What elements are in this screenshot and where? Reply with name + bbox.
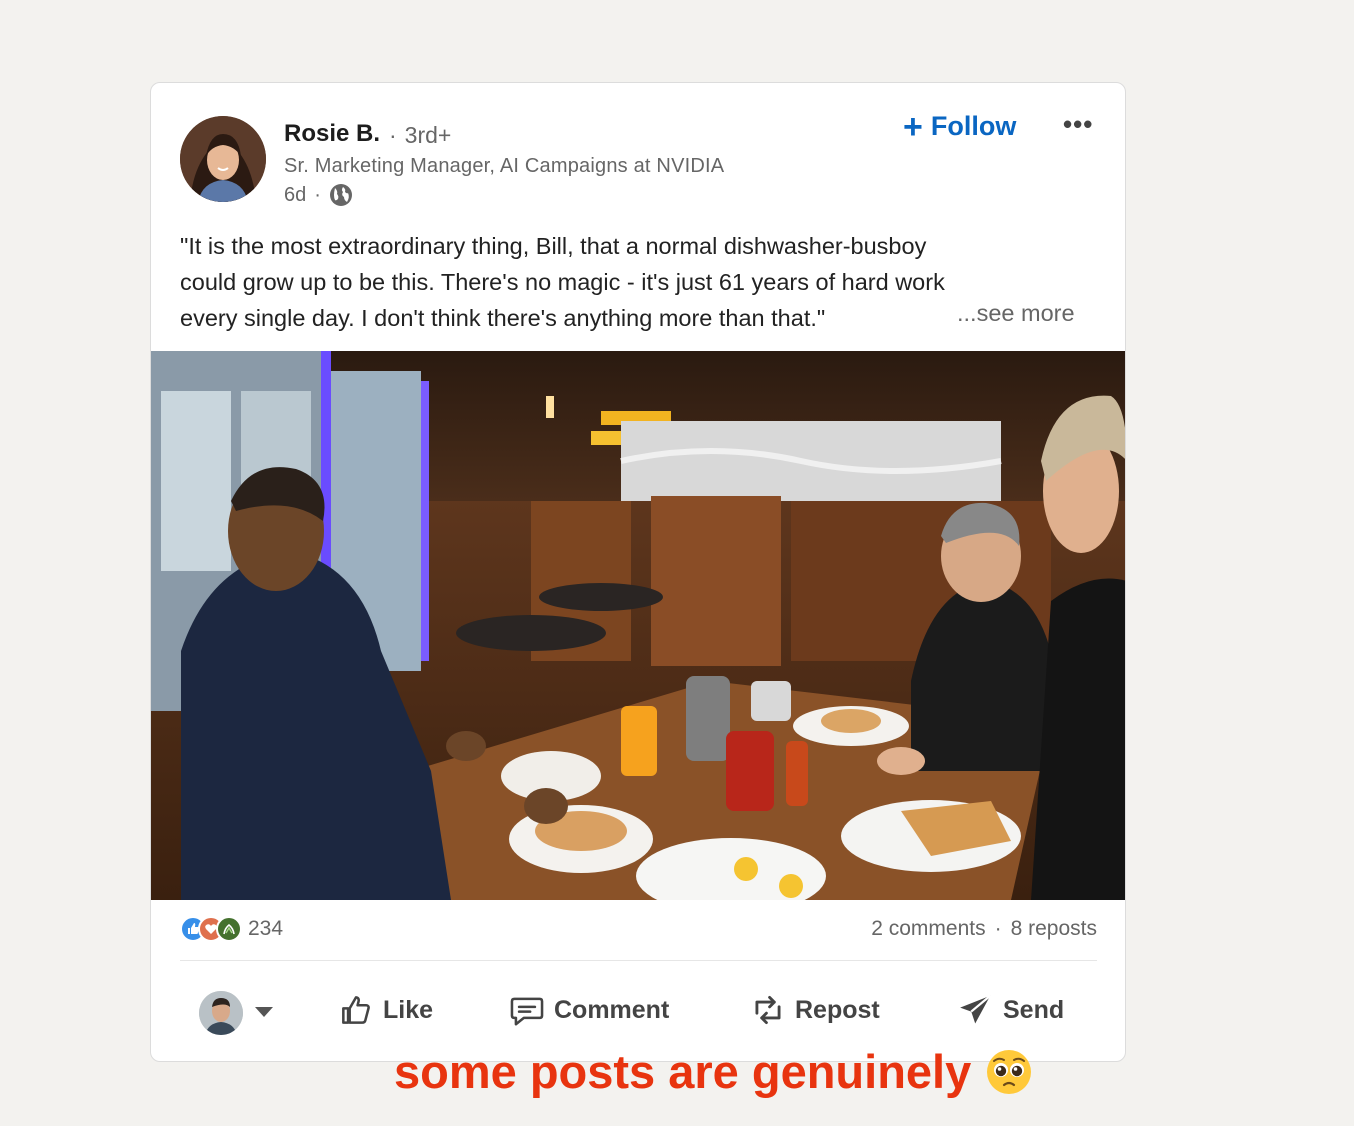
- repost-button[interactable]: Repost: [749, 991, 880, 1029]
- post-card: Rosie B. · 3rd+ Sr. Marketing Manager, AI…: [150, 82, 1126, 1062]
- author-headline: Sr. Marketing Manager, AI Campaigns at N…: [284, 155, 725, 177]
- comments-count[interactable]: 2 comments: [871, 917, 985, 941]
- see-more-link[interactable]: ...see more: [957, 300, 1075, 327]
- author-name[interactable]: Rosie B.: [284, 120, 380, 148]
- user-avatar[interactable]: [199, 991, 243, 1035]
- send-icon: [960, 994, 991, 1024]
- pleading-face-icon: [987, 1049, 1032, 1094]
- like-button[interactable]: Like: [337, 991, 433, 1029]
- plus-icon: +: [903, 107, 923, 146]
- author-avatar[interactable]: [180, 116, 266, 202]
- caption-overlay: some posts are genuinely: [394, 1044, 1033, 1099]
- reactions-summary[interactable]: 234: [180, 916, 283, 942]
- connection-degree: · 3rd+: [389, 122, 452, 148]
- repost-icon: [755, 995, 781, 1025]
- divider: [180, 960, 1097, 961]
- more-options-button[interactable]: •••: [1063, 109, 1093, 140]
- post-text-line: "It is the most extraordinary thing, Bil…: [180, 233, 927, 259]
- reaction-count: 234: [248, 917, 284, 940]
- follow-button[interactable]: + Follow: [903, 107, 1016, 146]
- action-bar: Like Comment Repost Send: [151, 983, 1125, 1043]
- chevron-down-icon[interactable]: [255, 1007, 273, 1017]
- comment-button[interactable]: Comment: [508, 991, 669, 1029]
- caption-text: some posts are genuinely: [394, 1045, 972, 1098]
- engagement-stats: 2 comments · 8 reposts: [871, 917, 1097, 941]
- comment-icon: [510, 997, 544, 1026]
- support-icon: [216, 916, 242, 942]
- post-meta: 6d ·: [284, 183, 353, 207]
- send-button[interactable]: Send: [957, 991, 1064, 1029]
- reposts-count[interactable]: 8 reposts: [1011, 917, 1097, 941]
- post-text-line: could grow up to be this. There's no mag…: [180, 269, 945, 295]
- globe-icon: [329, 184, 352, 206]
- post-image[interactable]: [151, 351, 1126, 900]
- post-time: 6d: [284, 183, 307, 206]
- thumbs-up-icon: [342, 996, 370, 1024]
